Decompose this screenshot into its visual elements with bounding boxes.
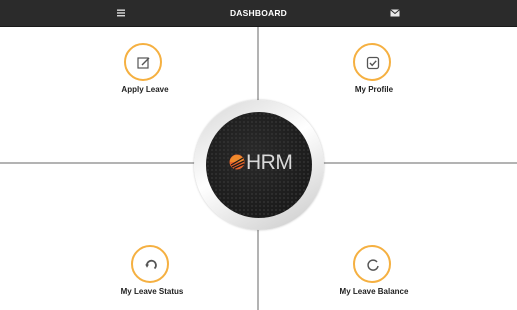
my-leave-balance-icon-ring	[353, 245, 391, 283]
refresh-icon	[145, 259, 157, 270]
progress-icon	[367, 259, 379, 271]
hrm-logo-icon	[229, 154, 245, 170]
hrm-logo: HRM	[228, 150, 298, 176]
my-profile-icon-ring	[353, 43, 391, 81]
apply-leave-label: Apply Leave	[121, 85, 169, 94]
page-title: DASHBOARD	[229, 8, 288, 18]
my-profile-label: My Profile	[354, 85, 394, 94]
hrm-logo-text: HRM	[246, 151, 293, 174]
my-leave-balance-label: My Leave Balance	[339, 287, 409, 296]
my-profile-tile[interactable]: My Profile	[314, 43, 434, 103]
my-leave-status-icon-ring	[131, 245, 169, 283]
my-leave-balance-tile[interactable]: My Leave Balance	[314, 245, 434, 305]
my-leave-status-tile[interactable]: My Leave Status	[92, 245, 212, 305]
messages-button[interactable]	[386, 5, 404, 21]
checkbox-icon	[366, 56, 380, 70]
edit-icon	[137, 57, 150, 69]
apply-leave-tile[interactable]: Apply Leave	[85, 43, 205, 103]
envelope-icon	[390, 9, 400, 17]
top-bar: DASHBOARD	[0, 0, 517, 27]
my-leave-status-label: My Leave Status	[120, 287, 184, 296]
apply-leave-icon-ring	[124, 43, 162, 81]
